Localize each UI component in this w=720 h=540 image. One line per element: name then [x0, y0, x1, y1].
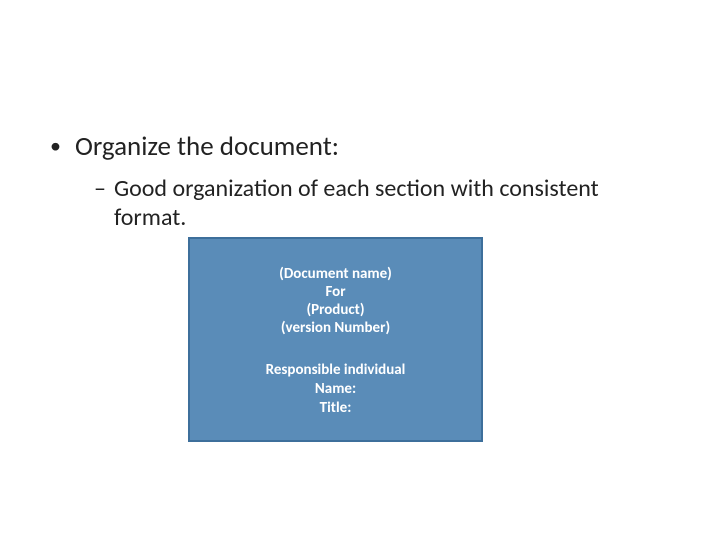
bullet-level-2: – Good organization of each section with… — [50, 175, 670, 233]
template-responsible: Responsible individual — [190, 361, 481, 380]
sub-bullet-text: Good organization of each section with c… — [114, 175, 664, 233]
template-product: (Product) — [190, 301, 481, 319]
bullet-level-1: • Organize the document: — [50, 130, 670, 163]
template-title-label: Title: — [190, 399, 481, 418]
template-block-1: (Document name) For (Product) (version N… — [190, 265, 481, 337]
template-block-2: Responsible individual Name: Title: — [190, 361, 481, 417]
slide-content: • Organize the document: – Good organiza… — [0, 0, 720, 233]
bullet-text: Organize the document: — [75, 130, 339, 163]
template-doc-name: (Document name) — [190, 265, 481, 283]
template-name-label: Name: — [190, 380, 481, 399]
template-version: (version Number) — [190, 319, 481, 337]
template-for: For — [190, 283, 481, 301]
bullet-marker: • — [50, 135, 61, 157]
document-template-box: (Document name) For (Product) (version N… — [188, 237, 483, 442]
dash-marker: – — [94, 175, 106, 204]
